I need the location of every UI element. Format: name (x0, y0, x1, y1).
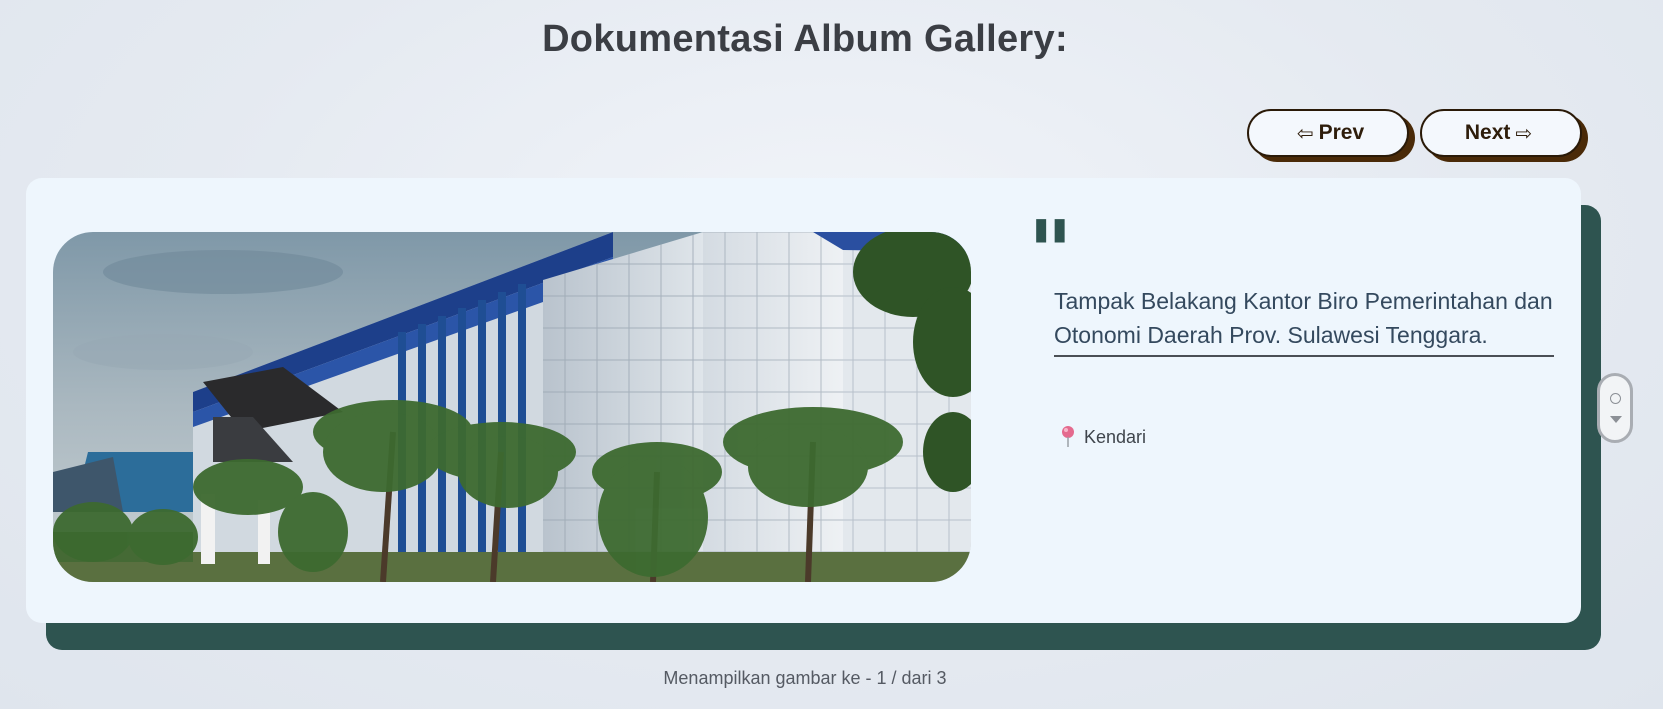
scroll-indicator[interactable] (1597, 373, 1633, 443)
gallery-card (26, 178, 1581, 623)
quote-icon: " (1028, 210, 1073, 260)
arrow-right-icon: ⇨ (1515, 122, 1533, 145)
scroll-circle-icon (1610, 393, 1621, 404)
gallery-photo (53, 232, 971, 582)
prev-button[interactable]: ⇦ Prev (1247, 109, 1409, 157)
next-button[interactable]: Next ⇨ (1420, 109, 1582, 157)
location-label: Kendari (1084, 426, 1147, 447)
photo-caption: Tampak Belakang Kantor Biro Pemerintahan… (1054, 284, 1554, 357)
prev-button-label: Prev (1318, 121, 1365, 144)
chevron-down-icon (1610, 416, 1622, 423)
image-counter: Menampilkan gambar ke - 1 / dari 3 (663, 668, 947, 688)
location-info: Kendari (1058, 425, 1146, 449)
pin-icon (1058, 425, 1078, 449)
arrow-left-icon: ⇦ (1296, 122, 1314, 145)
next-button-label: Next (1464, 121, 1511, 144)
page-title: Dokumentasi Album Gallery: (542, 18, 1068, 60)
